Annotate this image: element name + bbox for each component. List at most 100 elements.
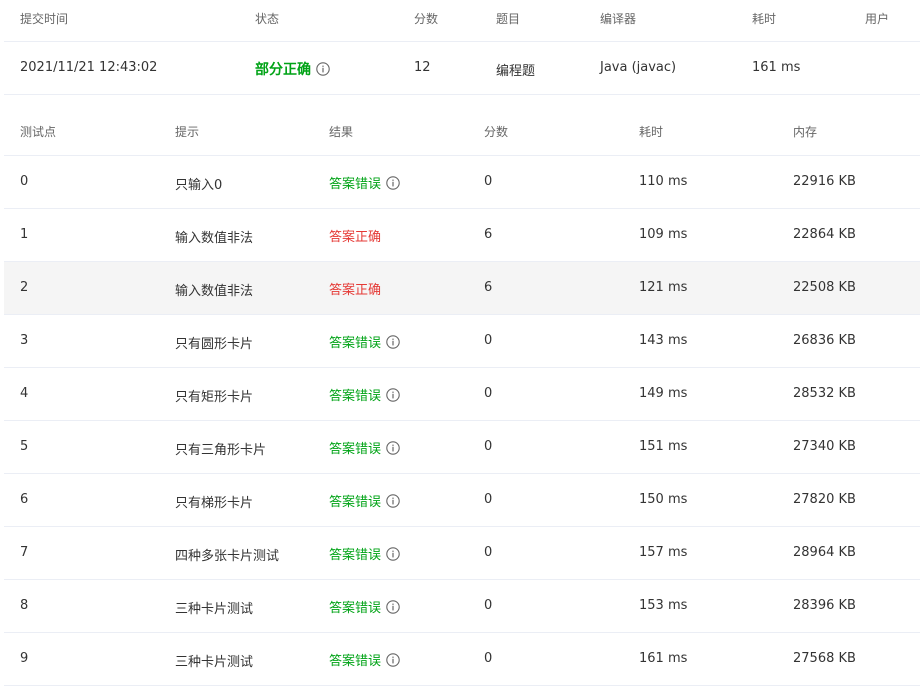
- tests-header-score: 分数: [484, 125, 509, 139]
- test-point-id: 1: [20, 227, 29, 242]
- info-circle-icon[interactable]: [386, 334, 400, 349]
- test-result-label: 答案错误: [329, 495, 382, 510]
- summary-header-score: 分数: [414, 12, 439, 26]
- info-circle-icon[interactable]: [386, 493, 400, 508]
- test-elapsed: 109 ms: [639, 227, 688, 242]
- summary-header-status: 状态: [255, 12, 280, 26]
- test-result: 答案正确: [329, 279, 381, 298]
- summary-bottom-divider: [4, 94, 920, 95]
- test-result-label: 答案错误: [329, 442, 382, 457]
- test-score: 0: [484, 174, 493, 189]
- test-result[interactable]: 答案错误: [329, 173, 400, 192]
- test-result[interactable]: 答案错误: [329, 491, 400, 510]
- test-elapsed: 150 ms: [639, 492, 688, 507]
- info-circle-icon[interactable]: [386, 175, 400, 190]
- test-point-id: 0: [20, 174, 29, 189]
- summary-header-compiler: 编译器: [600, 12, 637, 26]
- test-hint: 只有梯形卡片: [175, 496, 254, 511]
- test-hint: 只有圆形卡片: [175, 337, 254, 352]
- problem-type[interactable]: 编程题: [496, 60, 535, 79]
- row-divider: [4, 367, 920, 368]
- test-result[interactable]: 答案错误: [329, 385, 400, 404]
- test-result: 答案正确: [329, 226, 381, 245]
- test-score: 0: [484, 333, 493, 348]
- test-hint: 输入数值非法: [175, 231, 254, 246]
- tests-header-memory: 内存: [793, 125, 818, 139]
- summary-header-user: 用户: [865, 12, 890, 26]
- test-hint: 只有三角形卡片: [175, 443, 267, 458]
- tests-header-elapsed: 耗时: [639, 125, 664, 139]
- row-divider: [4, 579, 920, 580]
- test-memory: 22916 KB: [793, 174, 856, 189]
- info-circle-icon[interactable]: [386, 652, 400, 667]
- test-score: 6: [484, 280, 493, 295]
- test-memory: 22864 KB: [793, 227, 856, 242]
- row-divider: [4, 314, 920, 315]
- submit-time: 2021/11/21 12:43:02: [20, 60, 158, 75]
- test-result-label: 答案错误: [329, 177, 382, 192]
- test-memory: 27820 KB: [793, 492, 856, 507]
- summary-header-time: 提交时间: [20, 12, 69, 26]
- test-score: 0: [484, 492, 493, 507]
- test-hint: 只输入0: [175, 178, 223, 193]
- test-point-id: 7: [20, 545, 29, 560]
- test-point-id: 9: [20, 651, 29, 666]
- summary-header-problem: 题目: [496, 12, 521, 26]
- test-hint: 输入数值非法: [175, 284, 254, 299]
- test-result[interactable]: 答案错误: [329, 544, 400, 563]
- test-result[interactable]: 答案错误: [329, 332, 400, 351]
- test-result-label: 答案错误: [329, 336, 382, 351]
- test-memory: 28396 KB: [793, 598, 856, 613]
- info-circle-icon[interactable]: [386, 599, 400, 614]
- test-score: 0: [484, 598, 493, 613]
- test-elapsed: 143 ms: [639, 333, 688, 348]
- test-hint: 只有矩形卡片: [175, 390, 254, 405]
- test-result-label: 答案错误: [329, 548, 382, 563]
- test-score: 6: [484, 227, 493, 242]
- test-elapsed: 153 ms: [639, 598, 688, 613]
- test-elapsed: 149 ms: [639, 386, 688, 401]
- test-hint: 三种卡片测试: [175, 655, 254, 670]
- row-hover-highlight: [4, 262, 920, 314]
- test-point-id: 8: [20, 598, 29, 613]
- test-hint: 四种多张卡片测试: [175, 549, 280, 564]
- test-result-label: 答案错误: [329, 389, 382, 404]
- summary-header-elapsed: 耗时: [752, 12, 777, 26]
- test-result-label: 答案错误: [329, 654, 382, 669]
- test-result[interactable]: 答案错误: [329, 650, 400, 669]
- test-memory: 28964 KB: [793, 545, 856, 560]
- row-divider: [4, 473, 920, 474]
- submission-status[interactable]: 部分正确: [255, 59, 330, 79]
- compiler-name: Java (javac): [600, 60, 677, 75]
- test-elapsed: 161 ms: [639, 651, 688, 666]
- test-score: 0: [484, 545, 493, 560]
- row-divider: [4, 526, 920, 527]
- tests-header-divider: [4, 155, 920, 156]
- test-score: 0: [484, 651, 493, 666]
- tests-header-result: 结果: [329, 125, 354, 139]
- test-score: 0: [484, 386, 493, 401]
- test-result[interactable]: 答案错误: [329, 438, 400, 457]
- info-circle-icon[interactable]: [386, 387, 400, 402]
- info-circle-icon[interactable]: [386, 546, 400, 561]
- submission-elapsed: 161 ms: [752, 60, 801, 75]
- test-memory: 22508 KB: [793, 280, 856, 295]
- summary-divider: [4, 41, 920, 42]
- test-point-id: 3: [20, 333, 29, 348]
- test-result[interactable]: 答案错误: [329, 597, 400, 616]
- test-elapsed: 121 ms: [639, 280, 688, 295]
- test-score: 0: [484, 439, 493, 454]
- test-result-label: 答案正确: [329, 230, 382, 245]
- row-divider: [4, 420, 920, 421]
- info-circle-icon[interactable]: [316, 62, 330, 76]
- test-point-id: 4: [20, 386, 29, 401]
- test-memory: 28532 KB: [793, 386, 856, 401]
- tests-header-point: 测试点: [20, 125, 57, 139]
- test-memory: 26836 KB: [793, 333, 856, 348]
- info-circle-icon[interactable]: [386, 440, 400, 455]
- submission-score: 12: [414, 60, 431, 75]
- test-elapsed: 157 ms: [639, 545, 688, 560]
- test-result-label: 答案错误: [329, 601, 382, 616]
- row-divider: [4, 632, 920, 633]
- test-result-label: 答案正确: [329, 283, 382, 298]
